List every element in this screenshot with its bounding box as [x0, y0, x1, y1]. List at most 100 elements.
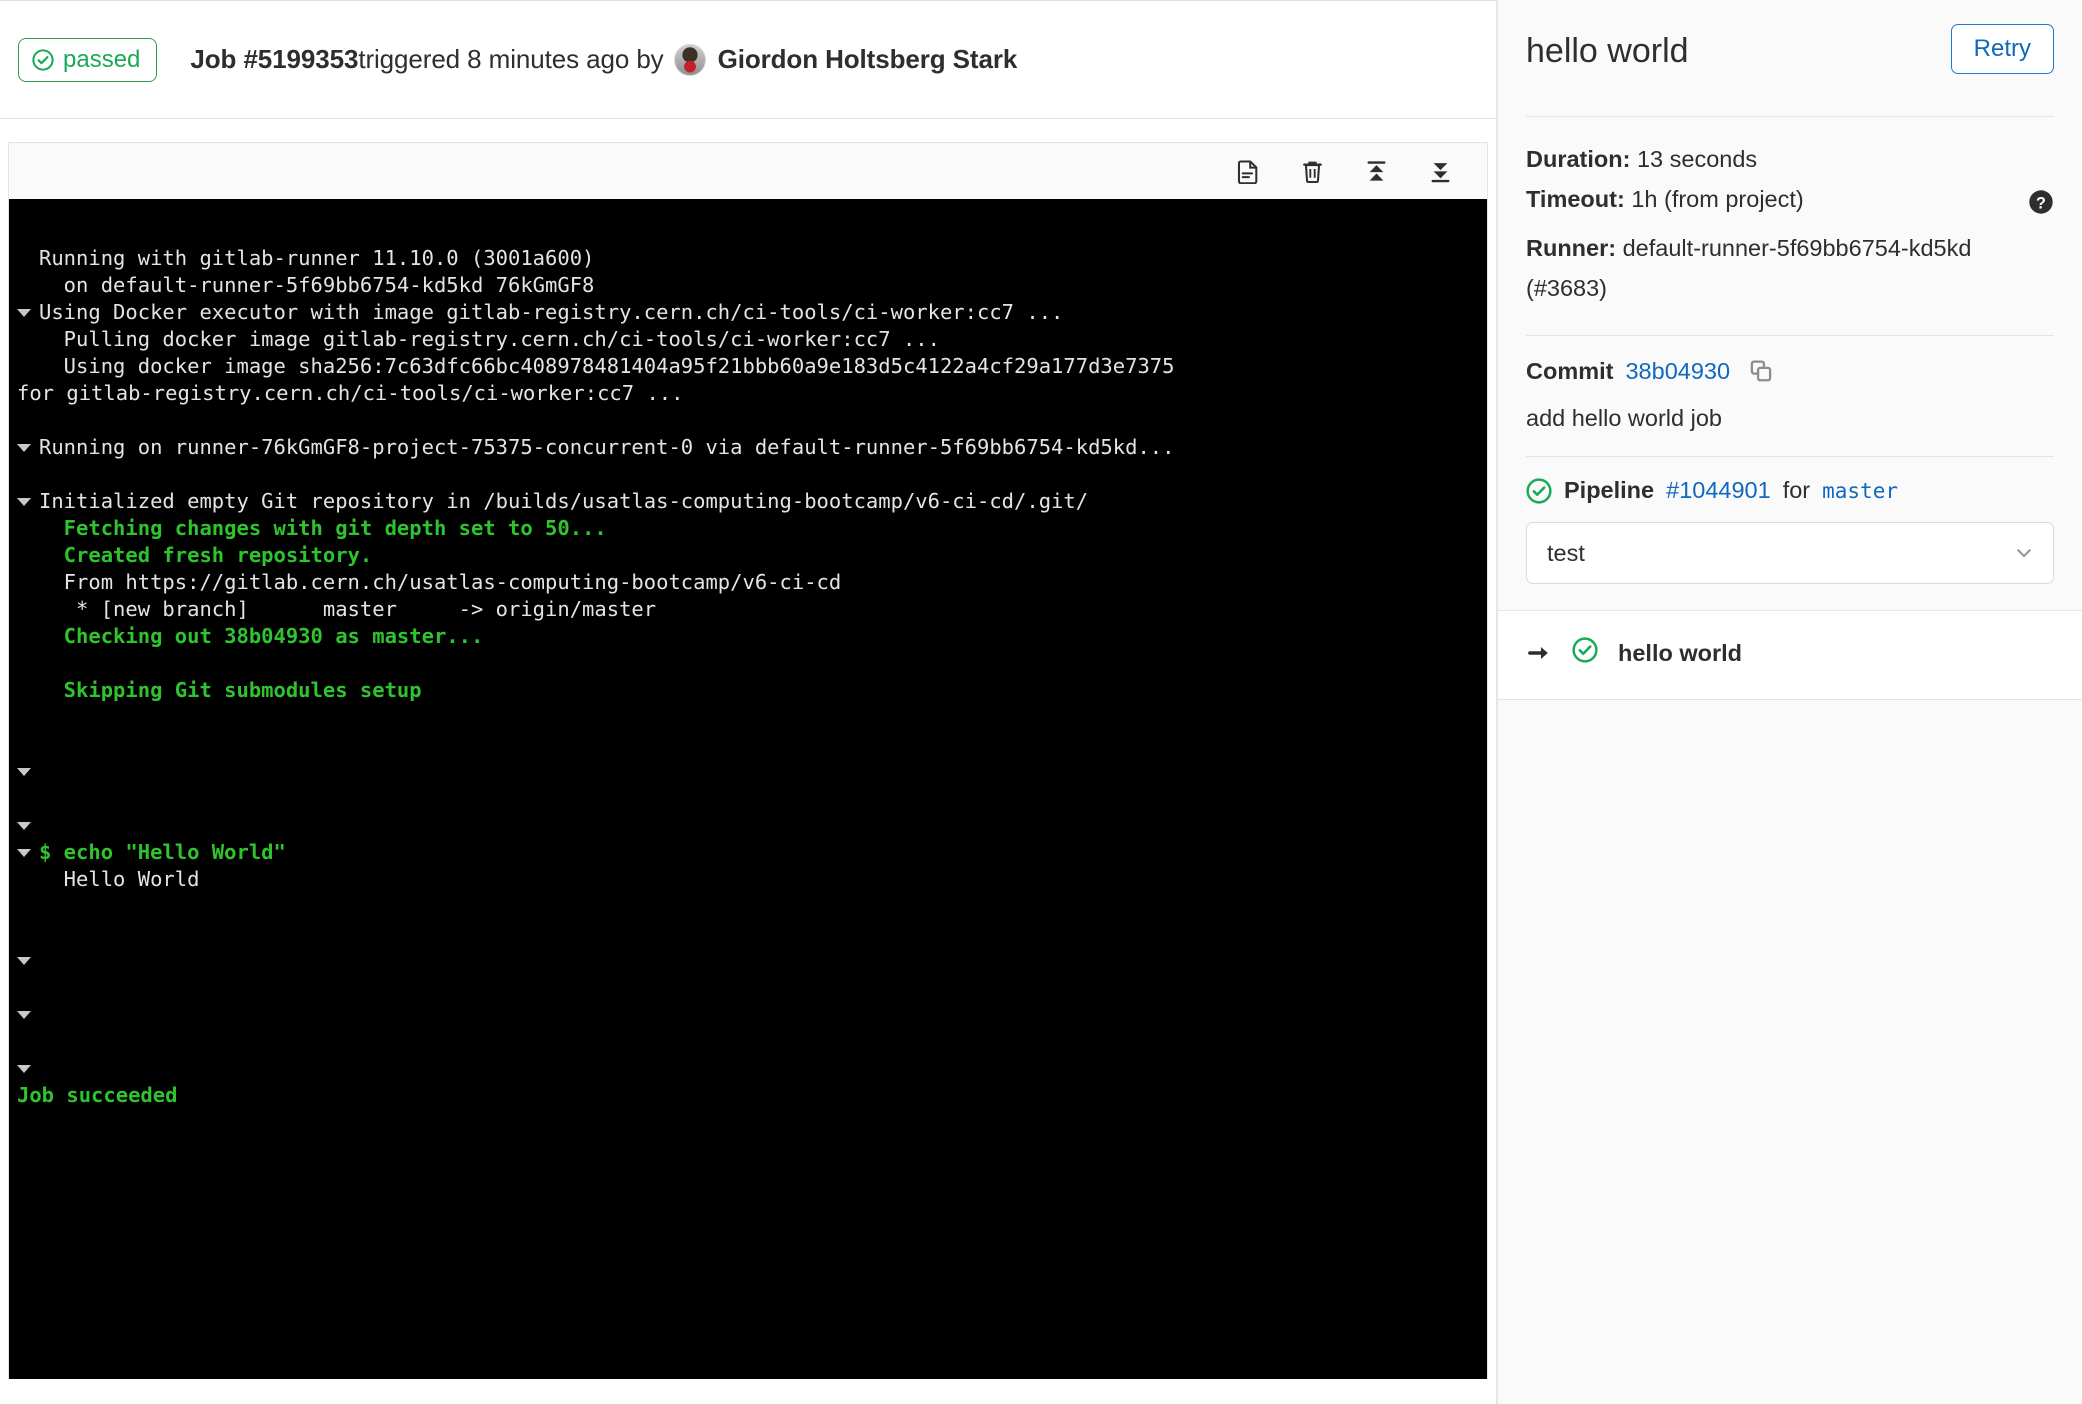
log-line: Running on runner-76kGmGF8-project-75375… — [9, 434, 1487, 461]
status-badge[interactable]: passed — [18, 37, 158, 82]
log-line: Using Docker executor with image gitlab-… — [9, 299, 1487, 326]
status-success-icon — [32, 48, 54, 71]
log-line-text: Running with gitlab-runner 11.10.0 (3001… — [39, 246, 595, 270]
list-item[interactable]: hello world — [1526, 637, 2054, 669]
log-line-text — [39, 462, 51, 486]
log-line — [9, 974, 1487, 1001]
erase-log-button[interactable] — [1297, 156, 1327, 186]
log-line — [9, 758, 1487, 785]
pipeline-branch-link[interactable]: master — [1822, 479, 1898, 503]
log-line-text — [39, 759, 51, 783]
log-line-text: Checking out 38b04930 as master... — [39, 624, 484, 648]
log-line — [9, 650, 1487, 677]
log-line: * [new branch] master -> origin/master — [9, 596, 1487, 623]
duration-row: Duration: 13 seconds — [1526, 139, 2054, 179]
log-section-toggle-icon[interactable] — [17, 498, 31, 506]
log-line-text: Skipping Git submodules setup — [39, 678, 422, 702]
log-line: Running with gitlab-runner 11.10.0 (3001… — [9, 245, 1487, 272]
duration-label: Duration: — [1526, 146, 1631, 172]
job-log-panel: Running with gitlab-runner 11.10.0 (3001… — [8, 142, 1488, 1379]
main-panel: passed Job #5199353 triggered 8 minutes … — [0, 0, 1497, 1404]
log-toolbar — [9, 143, 1487, 199]
log-line-text — [39, 651, 51, 675]
log-line-text: Using Docker executor with image gitlab-… — [39, 300, 1064, 324]
status-success-icon — [1526, 477, 1552, 505]
pipeline-label: Pipeline — [1564, 477, 1655, 504]
question-circle-icon[interactable]: ? — [2028, 187, 2054, 227]
stage-select[interactable]: test — [1526, 522, 2054, 585]
job-author[interactable]: Giordon Holtsberg Stark — [718, 44, 1018, 75]
log-line: for gitlab-registry.cern.ch/ci-tools/ci-… — [9, 380, 1487, 407]
commit-sha-link[interactable]: 38b04930 — [1625, 358, 1730, 385]
log-line — [9, 785, 1487, 812]
scroll-to-bottom-button[interactable] — [1425, 156, 1455, 186]
log-line-text — [39, 1056, 51, 1080]
log-section-toggle-icon[interactable] — [17, 1065, 31, 1073]
log-section-toggle-icon[interactable] — [17, 444, 31, 452]
log-line-text: Running on runner-76kGmGF8-project-75375… — [39, 435, 1175, 459]
scroll-to-top-button[interactable] — [1361, 156, 1391, 186]
log-line: Initialized empty Git repository in /bui… — [9, 488, 1487, 515]
pipeline-line: Pipeline #1044901 for master — [1526, 477, 2054, 505]
log-line: Pulling docker image gitlab-registry.cer… — [9, 326, 1487, 353]
svg-text:?: ? — [2036, 195, 2046, 213]
log-line-text — [39, 705, 51, 729]
list-item-label: hello world — [1618, 639, 1743, 666]
log-line: Checking out 38b04930 as master... — [9, 623, 1487, 650]
log-line — [9, 731, 1487, 758]
log-line — [9, 704, 1487, 731]
log-section-toggle-icon[interactable] — [17, 309, 31, 317]
runner-row: Runner: default-runner-5f69bb6754-kd5kd … — [1526, 228, 2054, 309]
commit-message: add hello world job — [1526, 404, 1722, 431]
log-line-text: Hello World — [39, 867, 200, 891]
log-line-text: From https://gitlab.cern.ch/usatlas-comp… — [39, 570, 842, 594]
log-section-toggle-icon[interactable] — [17, 1011, 31, 1019]
log-line — [9, 407, 1487, 434]
status-badge-label: passed — [63, 45, 141, 73]
log-line — [9, 812, 1487, 839]
stage-select-value: test — [1547, 539, 1585, 566]
job-id-label: Job #5199353 — [190, 44, 359, 74]
job-meta-block: Duration: 13 seconds Timeout: 1h (from p… — [1498, 117, 2082, 335]
log-line-text — [39, 894, 51, 918]
chevron-down-icon — [2013, 542, 2035, 564]
timeout-label: Timeout: — [1526, 186, 1625, 213]
log-line: Created fresh repository. — [9, 542, 1487, 569]
log-line-text — [39, 786, 51, 810]
commit-line: Commit 38b04930 — [1526, 358, 2054, 385]
log-line: Hello World — [9, 866, 1487, 893]
log-line: Using docker image sha256:7c63dfc66bc408… — [9, 353, 1487, 380]
log-line-text: Pulling docker image gitlab-registry.cer… — [39, 327, 940, 351]
job-log-terminal[interactable]: Running with gitlab-runner 11.10.0 (3001… — [9, 199, 1487, 1379]
log-line-text — [39, 921, 51, 945]
log-line — [9, 947, 1487, 974]
commit-block: Commit 38b04930 add hello world job — [1498, 336, 2082, 456]
log-section-toggle-icon[interactable] — [17, 849, 31, 857]
pipeline-id-link[interactable]: #1044901 — [1666, 477, 1771, 504]
pipeline-block: Pipeline #1044901 for master test — [1498, 457, 2082, 611]
log-line — [9, 461, 1487, 488]
timeout-value: 1h (from project) — [1624, 186, 1804, 213]
log-line — [9, 1055, 1487, 1082]
log-line-text — [39, 948, 51, 972]
copy-icon[interactable] — [1748, 358, 1774, 384]
log-line-text — [39, 1029, 51, 1053]
log-section-toggle-icon[interactable] — [17, 957, 31, 965]
log-section-toggle-icon[interactable] — [17, 822, 31, 830]
sidebar-job-name: hello world — [1526, 32, 1689, 70]
log-line-text: Job succeeded — [17, 1083, 178, 1107]
log-line: $ echo "Hello World" — [9, 839, 1487, 866]
log-section-toggle-icon[interactable] — [17, 768, 31, 776]
log-line-text: Created fresh repository. — [39, 543, 373, 567]
raw-log-button[interactable] — [1233, 156, 1263, 186]
stage-jobs-list: hello world — [1498, 610, 2082, 701]
log-line — [9, 1001, 1487, 1028]
log-line-text — [39, 1002, 51, 1026]
job-header: passed Job #5199353 triggered 8 minutes … — [0, 1, 1496, 119]
log-line-text: Initialized empty Git repository in /bui… — [39, 489, 1089, 513]
duration-value: 13 seconds — [1630, 146, 1758, 172]
retry-button[interactable]: Retry — [1950, 24, 2054, 75]
log-line: on default-runner-5f69bb6754-kd5kd 76kGm… — [9, 272, 1487, 299]
status-success-icon — [1572, 637, 1598, 669]
log-line-text — [39, 813, 51, 837]
